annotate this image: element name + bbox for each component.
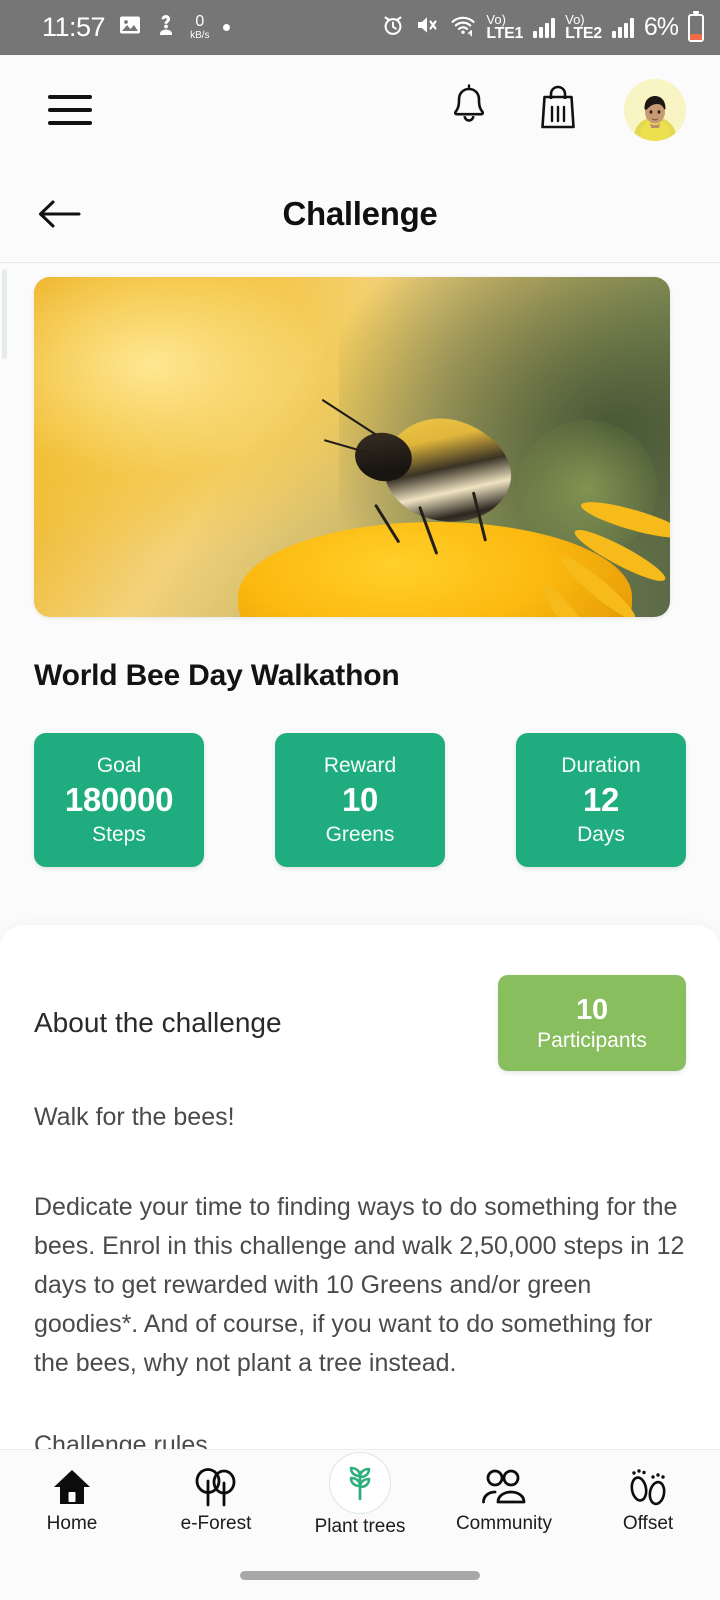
- stat-label: Duration: [561, 753, 641, 777]
- stat-card-goal: Goal 180000 Steps: [34, 733, 204, 867]
- gesture-bar-area: [0, 1551, 720, 1600]
- challenge-title: World Bee Day Walkathon: [34, 659, 400, 692]
- trees-icon: [193, 1467, 239, 1507]
- challenge-rules-title: Challenge rules: [34, 1431, 208, 1449]
- shopping-bag-icon[interactable]: [536, 83, 580, 138]
- app-bar-actions: [446, 79, 686, 141]
- stat-label: Reward: [323, 753, 397, 777]
- battery-percent: 6%: [643, 13, 679, 41]
- status-bar-right: Vo) LTE1 Vo) LTE2 6%: [381, 10, 704, 43]
- stat-unit: Steps: [92, 822, 146, 846]
- stat-value: 10: [341, 780, 379, 818]
- network-speed-unit: kB/s: [190, 30, 210, 41]
- page-title-bar: Challenge: [0, 165, 720, 263]
- app-root: 11:57 0 kB/s Vo) LTE1 Vo) LTE2 6% Challe…: [0, 0, 720, 1600]
- about-section-card: About the challenge 10 Participants Walk…: [0, 925, 720, 1449]
- about-tagline: Walk for the bees!: [34, 1103, 235, 1131]
- menu-icon[interactable]: [48, 86, 92, 134]
- dot-icon: [222, 24, 230, 31]
- gesture-bar[interactable]: [240, 1571, 480, 1580]
- stat-unit: Days: [577, 822, 625, 846]
- scroll-area[interactable]: World Bee Day Walkathon Goal 180000 Step…: [0, 263, 720, 1449]
- sim2-volte-bottom: LTE2: [565, 24, 602, 42]
- nav-item-e-forest[interactable]: e-Forest: [144, 1467, 288, 1535]
- status-bar: 11:57 0 kB/s Vo) LTE1 Vo) LTE2 6%: [0, 0, 720, 55]
- nav-label: e-Forest: [180, 1512, 252, 1534]
- status-time: 11:57: [42, 12, 106, 42]
- sim2-volte-top: Vo): [565, 11, 585, 27]
- network-speed-icon: 0 kB/s: [190, 14, 209, 41]
- nav-label: Community: [455, 1512, 553, 1534]
- nav-item-community[interactable]: Community: [432, 1467, 576, 1535]
- wifi-icon: [450, 13, 476, 42]
- bottom-navigation: Home e-Forest Plant trees Community Offs…: [0, 1449, 720, 1551]
- stat-label: Goal: [96, 753, 142, 777]
- footprints-icon: [626, 1467, 670, 1507]
- stat-card-duration: Duration 12 Days: [516, 733, 686, 867]
- nav-label: Home: [46, 1512, 98, 1534]
- sim1-volte-bottom: LTE1: [486, 24, 524, 42]
- stat-value: 180000: [64, 780, 174, 818]
- stat-card-reward: Reward 10 Greens: [275, 733, 445, 867]
- sim2-volte-icon: Vo) LTE2: [565, 11, 602, 43]
- image-icon: [118, 13, 142, 42]
- nav-label: Plant trees: [314, 1515, 406, 1537]
- sim1-volte-top: Vo): [486, 11, 506, 27]
- avatar[interactable]: [624, 79, 686, 141]
- sapling-icon: [329, 1451, 391, 1514]
- scrollbar-thumb[interactable]: [2, 269, 7, 359]
- battery-icon: [688, 10, 704, 42]
- download-icon: [155, 13, 177, 42]
- status-bar-left: 11:57 0 kB/s: [42, 12, 230, 43]
- nav-item-plant-trees[interactable]: Plant trees: [288, 1451, 432, 1538]
- about-body: Dedicate your time to finding ways to do…: [34, 1193, 685, 1377]
- alarm-icon: [381, 13, 405, 42]
- notification-bell-icon[interactable]: [446, 83, 492, 138]
- network-speed-value: 0: [195, 13, 205, 30]
- participants-count: 10: [576, 993, 608, 1026]
- participants-label: Participants: [537, 1028, 647, 1052]
- signal-bars-icon-2: [611, 17, 634, 38]
- challenge-stats: Goal 180000 Steps Reward 10 Greens Durat…: [0, 693, 720, 867]
- mute-vibrate-icon: [415, 13, 440, 42]
- page-title: Challenge: [282, 194, 438, 232]
- stat-unit: Greens: [325, 822, 395, 846]
- people-icon: [481, 1467, 527, 1507]
- nav-label: Offset: [622, 1512, 674, 1534]
- participants-badge: 10 Participants: [498, 975, 686, 1071]
- about-title: About the challenge: [34, 1007, 282, 1038]
- about-header-row: About the challenge 10 Participants: [34, 973, 686, 1073]
- sim1-volte-icon: Vo) LTE1: [486, 11, 524, 43]
- challenge-hero-image: [34, 277, 670, 617]
- app-bar: [0, 55, 720, 165]
- hero-image-wrap: [0, 263, 720, 617]
- nav-item-home[interactable]: Home: [0, 1467, 144, 1535]
- home-icon: [52, 1467, 92, 1507]
- nav-item-offset[interactable]: Offset: [576, 1467, 720, 1535]
- stat-value: 12: [582, 780, 620, 818]
- signal-bars-icon: [533, 17, 556, 38]
